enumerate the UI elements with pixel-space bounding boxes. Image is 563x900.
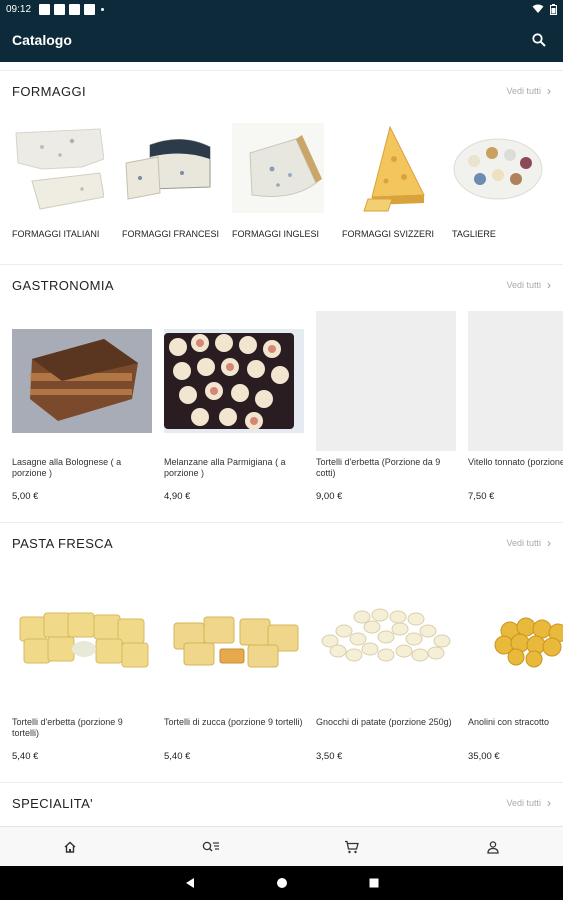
- product-price: 3,50 €: [316, 751, 343, 762]
- product-card[interactable]: Vitello tonnato (porzione 7,50 €: [468, 311, 563, 502]
- catalog-content[interactable]: FORMAGGI Vedi tutti › FORMAGGI ITALIANI: [0, 62, 563, 826]
- product-image-placeholder: [468, 311, 563, 451]
- section-pasta-fresca: PASTA FRESCA Vedi tutti › Tortelli d'erb…: [0, 522, 563, 782]
- product-name: Vitello tonnato (porzione: [468, 457, 563, 467]
- product-price: 5,00 €: [12, 491, 39, 502]
- recents-icon[interactable]: [368, 877, 380, 889]
- notification-icon: [69, 3, 81, 15]
- product-price: 9,00 €: [316, 491, 343, 502]
- product-image: [164, 329, 304, 433]
- product-card[interactable]: Tortelli d'erbetta (porzione 9 tortelli)…: [12, 569, 164, 762]
- product-image: [12, 569, 152, 709]
- category-image: [122, 123, 214, 213]
- category-item[interactable]: FORMAGGI ITALIANI: [12, 123, 122, 239]
- status-time: 09:12: [6, 3, 32, 15]
- see-all-link[interactable]: Vedi tutti ›: [506, 536, 551, 550]
- home-icon: [64, 841, 76, 853]
- system-navigation-bar: [0, 866, 563, 900]
- category-image: [452, 123, 544, 213]
- section-title: FORMAGGI: [12, 83, 86, 99]
- product-name: Anolini con stracotto: [468, 717, 550, 727]
- product-price: 5,40 €: [12, 751, 39, 762]
- notification-icon: [84, 3, 96, 15]
- see-all-label: Vedi tutti: [506, 280, 541, 290]
- product-card[interactable]: Melanzane alla Parmigiana ( a porzione )…: [164, 311, 316, 502]
- see-all-link[interactable]: Vedi tutti ›: [506, 278, 551, 292]
- product-name: Tortelli d'erbetta (porzione 9 tortelli): [12, 717, 123, 738]
- chevron-right-icon: ›: [547, 278, 551, 292]
- product-name: Melanzane alla Parmigiana ( a porzione ): [164, 457, 286, 478]
- chevron-right-icon: ›: [547, 536, 551, 550]
- section-title: SPECIALITA': [12, 795, 94, 811]
- category-image: [342, 123, 434, 213]
- section-title: PASTA FRESCA: [12, 535, 114, 551]
- more-notifications-icon: [101, 7, 105, 11]
- product-price: 7,50 €: [468, 491, 495, 502]
- battery-icon: [550, 3, 557, 15]
- section-specialita: SPECIALITA' Vedi tutti ›: [0, 782, 563, 826]
- chevron-right-icon: ›: [547, 796, 551, 810]
- product-image: [468, 569, 563, 709]
- notification-icon: [39, 3, 51, 15]
- back-icon[interactable]: [184, 877, 196, 889]
- category-item[interactable]: FORMAGGI SVIZZERI: [342, 123, 452, 239]
- product-name: Tortelli d'erbetta (Porzione da 9 cotti): [316, 457, 441, 478]
- notification-icon: [54, 3, 66, 15]
- home-button-icon[interactable]: [276, 877, 288, 889]
- category-label: TAGLIERE: [452, 229, 496, 239]
- nav-search[interactable]: [141, 840, 282, 854]
- product-name: Tortelli di zucca (porzione 9 tortelli): [164, 717, 303, 727]
- section-gastronomia: GASTRONOMIA Vedi tutti › Lasagne alla Bo: [0, 264, 563, 522]
- section-title: GASTRONOMIA: [12, 277, 114, 293]
- search-icon: [532, 33, 546, 47]
- see-all-link[interactable]: Vedi tutti ›: [506, 84, 551, 98]
- product-price: 5,40 €: [164, 751, 191, 762]
- product-card[interactable]: Anolini con stracotto 35,00 €: [468, 569, 563, 762]
- category-label: FORMAGGI SVIZZERI: [342, 229, 435, 239]
- section-formaggi: FORMAGGI Vedi tutti › FORMAGGI ITALIANI: [0, 70, 563, 264]
- product-price: 4,90 €: [164, 491, 191, 502]
- category-label: FORMAGGI FRANCESI: [122, 229, 220, 239]
- product-card[interactable]: Tortelli d'erbetta (Porzione da 9 cotti)…: [316, 311, 468, 502]
- search-list-icon: [202, 841, 220, 851]
- see-all-label: Vedi tutti: [506, 86, 541, 96]
- see-all-label: Vedi tutti: [506, 798, 541, 808]
- account-icon: [486, 840, 499, 854]
- app-bar: Catalogo: [0, 18, 563, 62]
- status-bar: 09:12: [0, 0, 563, 18]
- nav-cart[interactable]: [282, 840, 423, 854]
- category-item[interactable]: FORMAGGI FRANCESI: [122, 123, 232, 239]
- category-label: FORMAGGI INGLESI: [232, 229, 320, 239]
- product-price: 35,00 €: [468, 751, 500, 762]
- search-button[interactable]: [527, 28, 551, 52]
- product-card[interactable]: Gnocchi di patate (porzione 250g) 3,50 €: [316, 569, 468, 762]
- nav-home[interactable]: [0, 840, 141, 854]
- cart-icon: [345, 840, 360, 853]
- product-image-placeholder: [316, 311, 456, 451]
- nav-account[interactable]: [422, 840, 563, 854]
- product-name: Gnocchi di patate (porzione 250g): [316, 717, 452, 727]
- see-all-link[interactable]: Vedi tutti ›: [506, 796, 551, 810]
- category-label: FORMAGGI ITALIANI: [12, 229, 100, 239]
- product-image: [164, 569, 304, 709]
- page-title: Catalogo: [12, 32, 72, 48]
- product-image: [12, 329, 152, 433]
- category-image: [232, 123, 324, 213]
- product-card[interactable]: Tortelli di zucca (porzione 9 tortelli) …: [164, 569, 316, 762]
- category-item[interactable]: FORMAGGI INGLESI: [232, 123, 342, 239]
- product-card[interactable]: Lasagne alla Bolognese ( a porzione ) 5,…: [12, 311, 164, 502]
- product-name: Lasagne alla Bolognese ( a porzione ): [12, 457, 122, 478]
- product-image: [316, 569, 456, 709]
- wifi-icon: [532, 4, 544, 13]
- category-item[interactable]: TAGLIERE: [452, 123, 562, 239]
- category-image: [12, 123, 105, 213]
- bottom-navigation: [0, 826, 563, 866]
- chevron-right-icon: ›: [547, 84, 551, 98]
- see-all-label: Vedi tutti: [506, 538, 541, 548]
